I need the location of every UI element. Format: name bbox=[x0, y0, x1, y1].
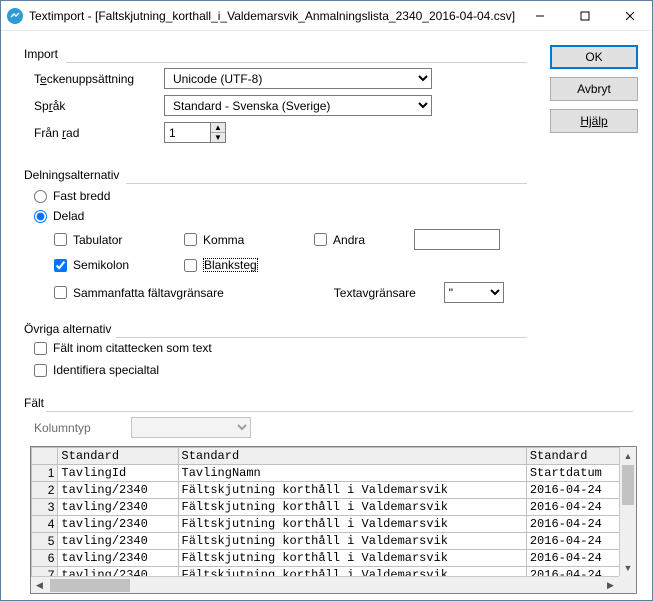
check-detect-special[interactable]: Identifiera specialtal bbox=[34, 363, 531, 377]
scroll-corner bbox=[619, 576, 636, 593]
cell[interactable]: 2016-04-24 bbox=[526, 516, 622, 533]
cell[interactable]: Fältskjutning korthåll i Valdemarsvik bbox=[178, 482, 526, 499]
close-button[interactable] bbox=[607, 1, 652, 30]
fromrow-spinner[interactable]: ▲▼ bbox=[164, 122, 226, 143]
spin-up-icon[interactable]: ▲ bbox=[211, 123, 225, 133]
language-label: Språk bbox=[34, 99, 164, 113]
group-import-label: Import bbox=[24, 47, 62, 61]
row-number: 6 bbox=[32, 550, 58, 567]
cell[interactable]: tavling/2340 bbox=[58, 499, 178, 516]
cell[interactable]: TavlingNamn bbox=[178, 465, 526, 482]
preview-grid[interactable]: StandardStandardStandardStan1TavlingIdTa… bbox=[30, 446, 637, 594]
scroll-right-icon[interactable]: ▶ bbox=[602, 577, 619, 593]
text-delim-combo[interactable]: " bbox=[444, 282, 504, 303]
hscroll-thumb[interactable] bbox=[50, 579, 130, 592]
fromrow-label: Från rad bbox=[34, 126, 164, 140]
window-title: Textimport - [Faltskjutning_korthall_i_V… bbox=[29, 9, 517, 23]
titlebar: Textimport - [Faltskjutning_korthall_i_V… bbox=[1, 1, 652, 31]
cell[interactable]: 2016-04-24 bbox=[526, 499, 622, 516]
charset-combo[interactable]: Unicode (UTF-8) bbox=[164, 68, 432, 89]
cell[interactable]: Fältskjutning korthåll i Valdemarsvik bbox=[178, 516, 526, 533]
charset-label: Teckenuppsättning bbox=[34, 72, 164, 86]
check-quoted-as-text[interactable]: Fält inom citattecken som text bbox=[34, 341, 531, 355]
row-number: 2 bbox=[32, 482, 58, 499]
group-other-label: Övriga alternativ bbox=[24, 322, 115, 336]
cell[interactable]: 2016-04-24 bbox=[526, 550, 622, 567]
coltype-label: Kolumntyp bbox=[34, 421, 91, 435]
fromrow-input[interactable] bbox=[164, 122, 210, 143]
row-number: 1 bbox=[32, 465, 58, 482]
cancel-button[interactable]: Avbryt bbox=[550, 77, 638, 101]
group-other: Övriga alternativ Fält inom citattecken … bbox=[15, 316, 532, 382]
cell[interactable]: Fältskjutning korthåll i Valdemarsvik bbox=[178, 499, 526, 516]
group-separator: Delningsalternativ Fast bredd Delad bbox=[15, 162, 532, 308]
app-icon bbox=[7, 8, 23, 24]
check-space[interactable]: Blanksteg bbox=[184, 258, 314, 272]
row-number: 5 bbox=[32, 533, 58, 550]
check-merge-delim[interactable]: Sammanfatta fältavgränsare bbox=[54, 286, 224, 300]
radio-fixed-width[interactable]: Fast bredd bbox=[34, 189, 110, 203]
cell[interactable]: Startdatum bbox=[526, 465, 622, 482]
cell[interactable]: 2016-04-24 bbox=[526, 533, 622, 550]
cell[interactable]: TavlingId bbox=[58, 465, 178, 482]
help-button[interactable]: Hjälp bbox=[550, 109, 638, 133]
other-separator-input[interactable] bbox=[414, 229, 500, 250]
group-fields-label: Fält bbox=[24, 396, 48, 410]
vscroll-thumb[interactable] bbox=[622, 465, 634, 505]
ok-button[interactable]: OK bbox=[550, 45, 638, 69]
check-other[interactable]: Andra bbox=[314, 233, 414, 247]
horizontal-scrollbar[interactable]: ◀ ▶ bbox=[31, 576, 636, 593]
language-combo[interactable]: Standard - Svenska (Sverige) bbox=[164, 95, 432, 116]
scroll-left-icon[interactable]: ◀ bbox=[31, 577, 48, 593]
col-header[interactable]: Standard bbox=[526, 448, 622, 465]
cell[interactable]: tavling/2340 bbox=[58, 482, 178, 499]
cell[interactable]: Fältskjutning korthåll i Valdemarsvik bbox=[178, 550, 526, 567]
cell[interactable]: tavling/2340 bbox=[58, 550, 178, 567]
group-fields: Fält Kolumntyp StandardStandardStandardS… bbox=[15, 390, 638, 599]
group-import: Import Teckenuppsättning Unicode (UTF-8)… bbox=[15, 41, 532, 154]
scroll-up-icon[interactable]: ▲ bbox=[620, 447, 636, 464]
maximize-button[interactable] bbox=[562, 1, 607, 30]
group-separator-label: Delningsalternativ bbox=[24, 168, 123, 182]
coltype-combo bbox=[131, 417, 251, 438]
cell[interactable]: Fältskjutning korthåll i Valdemarsvik bbox=[178, 533, 526, 550]
check-tab[interactable]: Tabulator bbox=[54, 233, 184, 247]
col-header[interactable]: Standard bbox=[58, 448, 178, 465]
row-number: 4 bbox=[32, 516, 58, 533]
vertical-scrollbar[interactable]: ▲ ▼ bbox=[619, 447, 636, 576]
cell[interactable]: 2016-04-24 bbox=[526, 482, 622, 499]
col-header[interactable]: Standard bbox=[178, 448, 526, 465]
check-semicolon[interactable]: Semikolon bbox=[54, 258, 184, 272]
minimize-button[interactable] bbox=[517, 1, 562, 30]
scroll-down-icon[interactable]: ▼ bbox=[620, 559, 636, 576]
spin-down-icon[interactable]: ▼ bbox=[211, 133, 225, 142]
row-number: 3 bbox=[32, 499, 58, 516]
text-delim-label: Textavgränsare bbox=[334, 286, 444, 300]
radio-delimited[interactable]: Delad bbox=[34, 209, 84, 223]
dialog-textimport: Textimport - [Faltskjutning_korthall_i_V… bbox=[0, 0, 653, 601]
cell[interactable]: tavling/2340 bbox=[58, 533, 178, 550]
check-comma[interactable]: Komma bbox=[184, 233, 314, 247]
cell[interactable]: tavling/2340 bbox=[58, 516, 178, 533]
